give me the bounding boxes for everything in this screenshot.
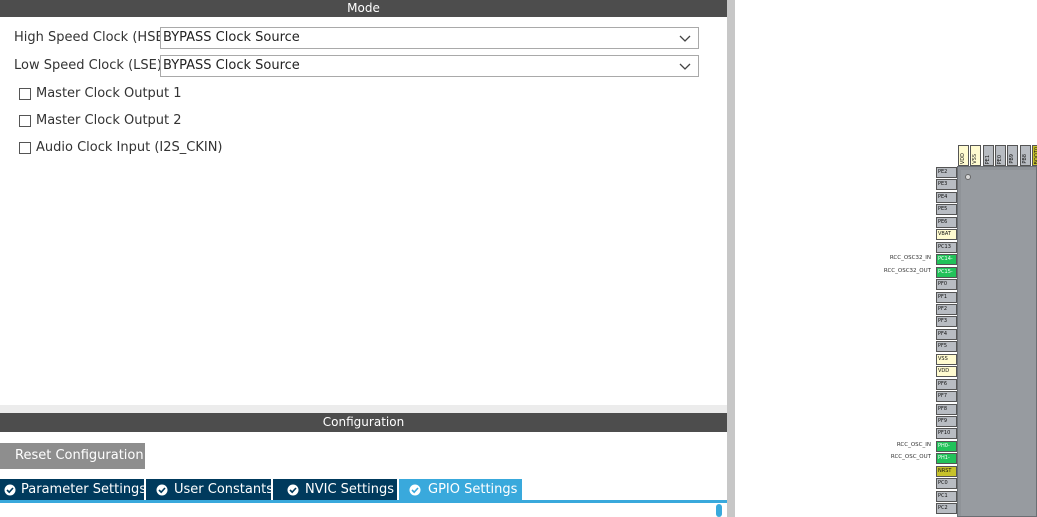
pin-top-label: PB8 (1021, 154, 1028, 164)
pin-vbat[interactable]: VBAT (936, 229, 957, 241)
tab-label: NVIC Settings (305, 482, 394, 497)
pin-pc15[interactable]: PC15- (936, 266, 957, 278)
check-circle-icon (4, 484, 16, 496)
chevron-down-icon (679, 35, 691, 42)
pin-pf9[interactable]: PF9 (936, 416, 957, 427)
pin-top-vss[interactable]: VSS (970, 145, 982, 166)
pin-top-label: PB9 (1009, 154, 1016, 164)
check-circle-icon (409, 484, 421, 496)
tab-user-constants[interactable]: User Constants (146, 479, 273, 501)
pin-pc1[interactable]: PC1 (936, 490, 957, 502)
reset-configuration-button[interactable]: Reset Configuration (0, 443, 145, 469)
hse-select[interactable]: BYPASS Clock Source (160, 27, 699, 49)
pin-top-pe1[interactable]: PE1 (982, 145, 994, 166)
hse-label: High Speed Clock (HSE) (14, 30, 169, 45)
left-panel: Mode High Speed Clock (HSE) BYPASS Clock… (0, 0, 727, 517)
pin-vss[interactable]: VSS (936, 353, 957, 365)
pin-ph0[interactable]: PH0- (936, 440, 957, 452)
mco1-label: Master Clock Output 1 (36, 86, 182, 101)
pin-top-pe0[interactable]: PE0 (994, 145, 1006, 166)
pin-pf10[interactable]: PF10 (936, 428, 957, 440)
pin-pf8[interactable]: PF8 (936, 403, 957, 415)
check-circle-icon (287, 484, 299, 496)
pin-pf5[interactable]: PF5 (936, 341, 957, 353)
hse-select-value: BYPASS Clock Source (163, 30, 300, 45)
mcu-chip-body (957, 166, 1037, 517)
pin-nrst[interactable]: NRST (936, 465, 957, 477)
pin-top-label: PE1 (984, 154, 991, 164)
mode-header: Mode (0, 0, 727, 17)
pin-ph1[interactable]: PH1- (936, 453, 957, 465)
pin-top-pb8[interactable]: PB8 (1019, 145, 1031, 166)
i2s-ckin-checkbox[interactable] (19, 142, 31, 154)
pin-pf4[interactable]: PF4 (936, 328, 957, 340)
tab-nvic-settings[interactable]: NVIC Settings (273, 479, 397, 501)
pin-pe3[interactable]: PE3 (936, 179, 957, 191)
pin-top-label: PE0 (996, 154, 1003, 164)
pin-pf7[interactable]: PF7 (936, 391, 957, 403)
pin-pc0[interactable]: PC0 (936, 478, 957, 490)
pin-pf1[interactable]: PF1 (936, 291, 957, 303)
tab-label: User Constants (174, 482, 273, 497)
pin-vdd[interactable]: VDD (936, 366, 957, 378)
mcu-chip-face (961, 170, 1036, 516)
tab-gpio-settings[interactable]: GPIO Settings (399, 479, 522, 501)
mco2-label: Master Clock Output 2 (36, 113, 182, 128)
signal-label: RCC_OSC32_IN (889, 255, 931, 262)
hse-row: High Speed Clock (HSE) BYPASS Clock Sour… (0, 27, 727, 49)
check-circle-icon (156, 484, 168, 496)
pin-top-label: VSS (972, 154, 979, 164)
pin-pf0[interactable]: PF0 (936, 279, 957, 291)
pin-pc2[interactable]: PC2 (936, 503, 957, 515)
signal-label: RCC_OSC32_OUT (883, 267, 931, 274)
pin-pc14[interactable]: PC14- (936, 254, 957, 266)
panel-divider[interactable] (0, 405, 727, 413)
lse-row: Low Speed Clock (LSE) BYPASS Clock Sourc… (0, 55, 727, 77)
pin-pc13[interactable]: PC13 (936, 241, 957, 253)
tab-label: Parameter Settings (21, 482, 147, 497)
pin-top-vdd[interactable]: VDD (958, 145, 969, 166)
scrollbar-thumb[interactable] (716, 504, 722, 517)
pin-pf2[interactable]: PF2 (936, 303, 957, 315)
chip-view[interactable]: PE2 PE3 PE4 PE5 PE6 VBAT PC13 PC14- PC15- PF0 PF1 P… (735, 0, 1037, 517)
pin-pf3[interactable]: PF3 (936, 316, 957, 328)
mco1-checkbox[interactable] (19, 88, 31, 100)
pin-top-boot0[interactable]: BOOT0 (1031, 145, 1037, 166)
configuration-tabs: Parameter Settings User Constants NVIC S… (0, 479, 727, 501)
pin-pf6[interactable]: PF6 (936, 378, 957, 390)
lse-select[interactable]: BYPASS Clock Source (160, 55, 699, 77)
pin-pe6[interactable]: PE6 (936, 216, 957, 228)
pin-pe5[interactable]: PE5 (936, 204, 957, 216)
chevron-down-icon (679, 63, 691, 70)
configuration-header: Configuration (0, 413, 727, 432)
pin-pe2[interactable]: PE2 (936, 167, 957, 178)
pin-top-label: VDD (960, 152, 966, 164)
signal-label: RCC_OSC_IN (896, 441, 931, 448)
mco2-checkbox[interactable] (19, 115, 31, 127)
lse-select-value: BYPASS Clock Source (163, 58, 300, 73)
pin-pe4[interactable]: PE4 (936, 191, 957, 203)
panel-splitter[interactable] (727, 0, 735, 517)
tab-parameter-settings[interactable]: Parameter Settings (0, 479, 147, 501)
tab-label: GPIO Settings (428, 482, 518, 497)
pin1-marker (965, 174, 971, 180)
pin-top-pb9[interactable]: PB9 (1007, 145, 1019, 166)
tabs-underline (0, 500, 727, 503)
i2s-ckin-label: Audio Clock Input (I2S_CKIN) (36, 140, 223, 155)
lse-label: Low Speed Clock (LSE) (14, 58, 162, 73)
signal-label: RCC_OSC_OUT (890, 454, 931, 461)
